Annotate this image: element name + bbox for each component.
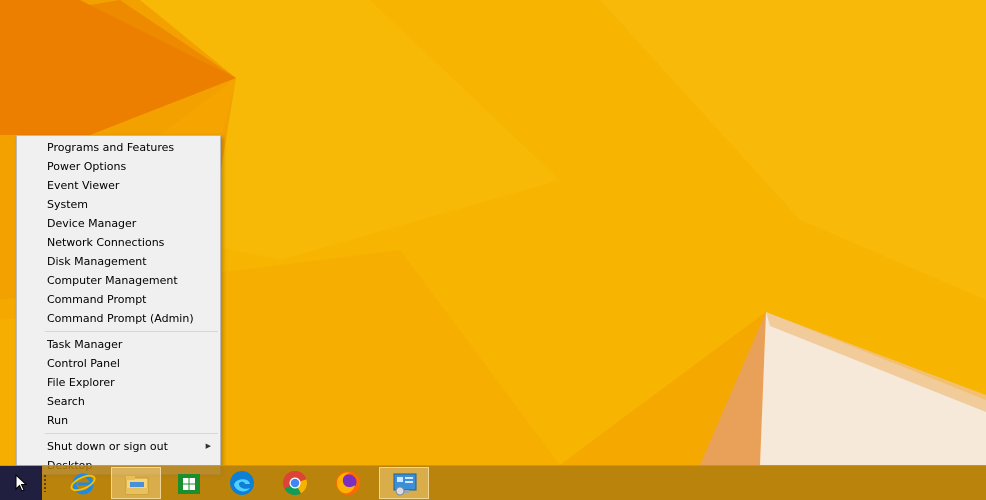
menu-item-file-explorer[interactable]: File Explorer [17, 373, 220, 392]
windows-store-icon [178, 474, 200, 494]
menu-item-label: Computer Management [47, 274, 178, 287]
menu-item-task-manager[interactable]: Task Manager [17, 335, 220, 354]
menu-item-label: Device Manager [47, 217, 137, 230]
start-button[interactable] [0, 466, 42, 500]
control-panel-icon [393, 473, 417, 496]
mouse-cursor-icon [15, 474, 27, 492]
firefox-icon [336, 471, 360, 495]
menu-item-label: Disk Management [47, 255, 147, 268]
chrome-icon [283, 471, 307, 496]
menu-item-run[interactable]: Run [17, 411, 220, 430]
menu-item-shut-down-or-sign-out[interactable]: Shut down or sign out ▶ [17, 437, 220, 456]
menu-item-computer-management[interactable]: Computer Management [17, 271, 220, 290]
menu-item-label: System [47, 198, 89, 211]
taskbar-control-panel[interactable] [379, 467, 429, 499]
menu-item-control-panel[interactable]: Control Panel [17, 354, 220, 373]
menu-item-label: Programs and Features [47, 141, 175, 154]
chevron-right-icon: ▶ [205, 442, 211, 450]
menu-item-device-manager[interactable]: Device Manager [17, 214, 220, 233]
menu-item-label: Event Viewer [47, 179, 120, 192]
menu-separator [45, 331, 218, 332]
menu-item-disk-management[interactable]: Disk Management [17, 252, 220, 271]
desktop[interactable]: Programs and Features Power Options Event … [0, 0, 986, 500]
menu-item-command-prompt[interactable]: Command Prompt [17, 290, 220, 309]
menu-item-label: File Explorer [47, 376, 115, 389]
taskbar-firefox[interactable] [323, 467, 373, 499]
taskbar-google-chrome[interactable] [270, 467, 320, 499]
menu-item-label: Command Prompt (Admin) [47, 312, 194, 325]
menu-item-event-viewer[interactable]: Event Viewer [17, 176, 220, 195]
edge-icon [230, 471, 254, 495]
menu-item-label: Search [47, 395, 85, 408]
winx-context-menu: Programs and Features Power Options Event … [16, 135, 221, 475]
menu-item-network-connections[interactable]: Network Connections [17, 233, 220, 252]
menu-item-programs-and-features[interactable]: Programs and Features [17, 138, 220, 157]
taskbar-internet-explorer[interactable] [58, 467, 108, 499]
menu-item-label: Power Options [47, 160, 127, 173]
menu-item-command-prompt-admin[interactable]: Command Prompt (Admin) [17, 309, 220, 328]
menu-separator [45, 433, 218, 434]
internet-explorer-icon [70, 473, 96, 495]
menu-item-search[interactable]: Search [17, 392, 220, 411]
taskbar-file-explorer[interactable] [111, 467, 161, 499]
file-explorer-icon [125, 476, 149, 495]
menu-item-label: Task Manager [47, 338, 123, 351]
menu-item-label: Command Prompt [47, 293, 147, 306]
menu-item-label: Shut down or sign out [47, 440, 168, 453]
menu-item-power-options[interactable]: Power Options [17, 157, 220, 176]
taskbar-microsoft-edge[interactable] [217, 467, 267, 499]
menu-item-label: Network Connections [47, 236, 165, 249]
menu-item-system[interactable]: System [17, 195, 220, 214]
menu-item-label: Control Panel [47, 357, 120, 370]
taskbar [0, 465, 986, 500]
menu-item-label: Run [47, 414, 69, 427]
taskbar-gripper[interactable] [43, 474, 47, 492]
taskbar-windows-store[interactable] [164, 467, 214, 499]
